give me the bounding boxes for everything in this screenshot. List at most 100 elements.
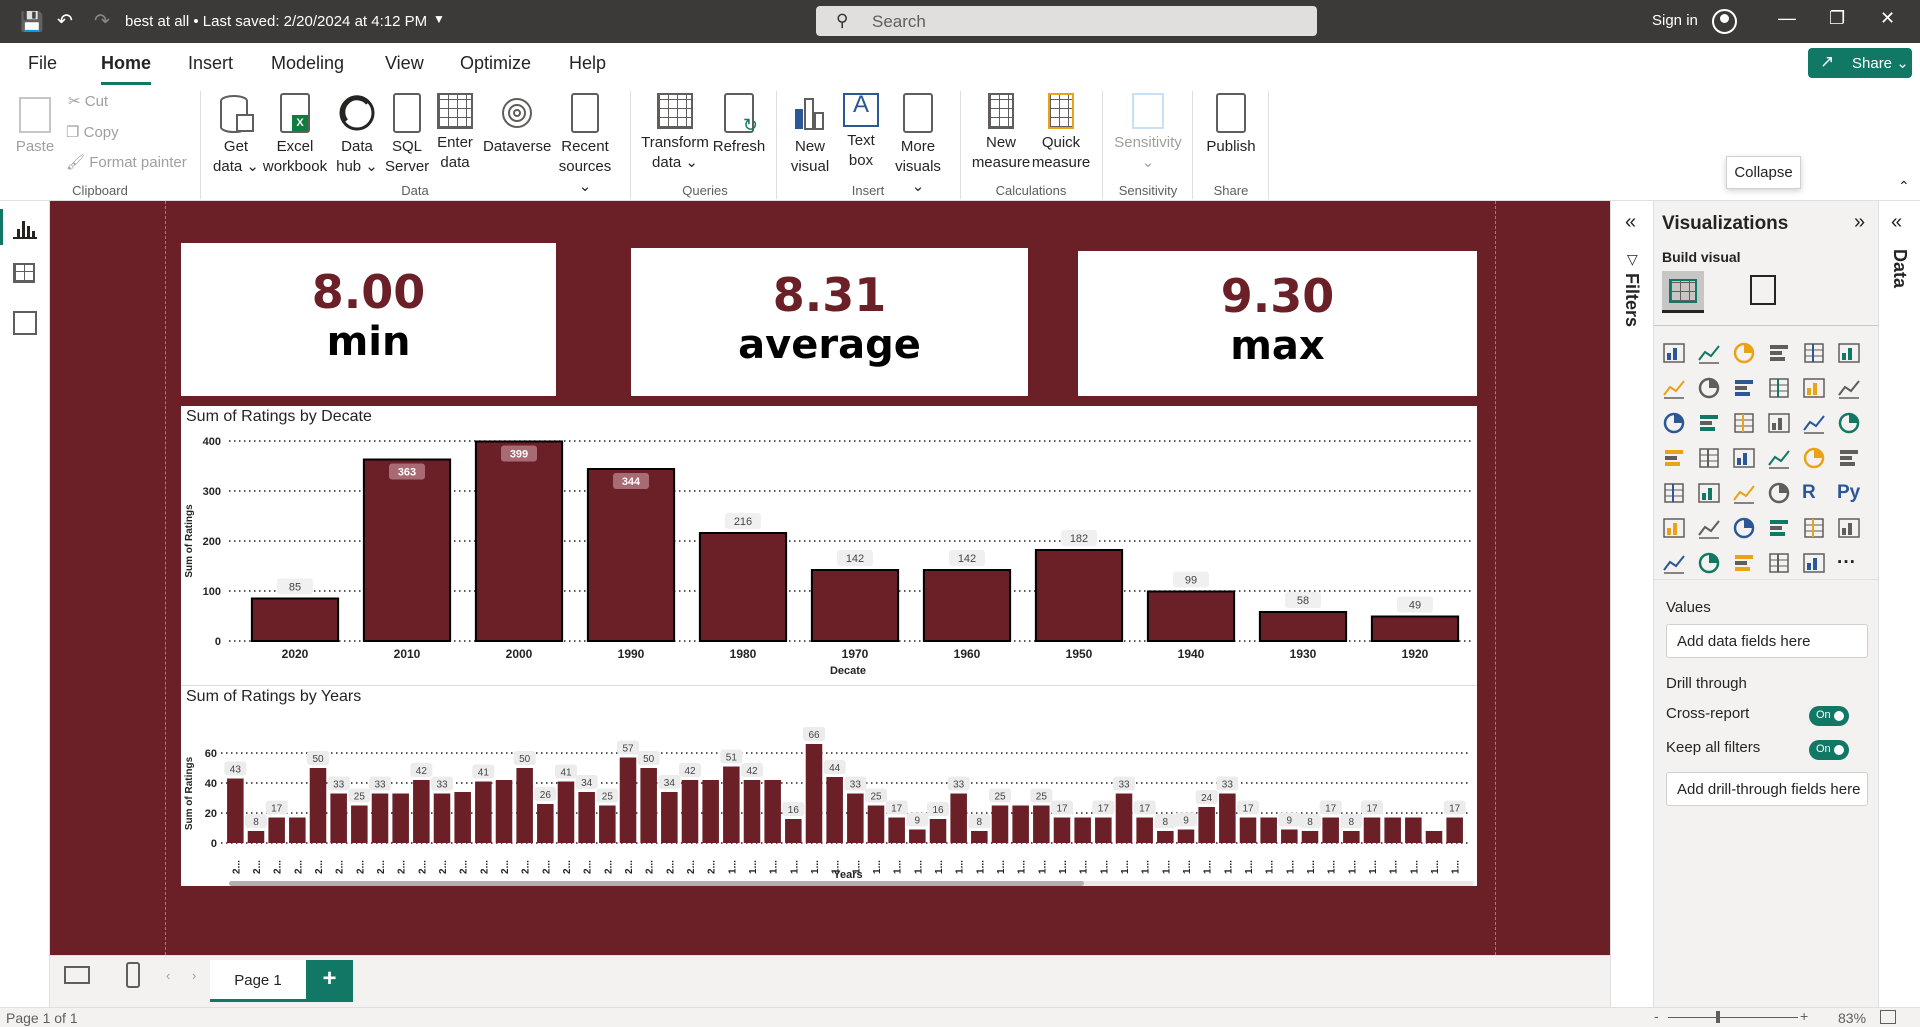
funnel-icon[interactable] [1697,411,1721,435]
donut-icon[interactable] [1802,411,1826,435]
format-painter-button[interactable]: 🖌 Format painter [66,153,187,171]
save-icon[interactable]: 💾 [20,10,44,34]
paginated-icon[interactable] [1837,516,1861,540]
fit-to-page-icon[interactable] [1880,1010,1896,1024]
sensitivity-button[interactable]: Sensitivity ⌄ [1110,93,1186,173]
azure-map-icon[interactable] [1732,446,1756,470]
tab-optimize[interactable]: Optimize [460,53,531,74]
line-column-icon[interactable] [1767,376,1791,400]
prev-page-icon[interactable]: ‹ [166,968,170,983]
tab-insert[interactable]: Insert [188,53,233,74]
table-icon[interactable] [1732,481,1756,505]
decomposition-tree-icon[interactable] [1697,516,1721,540]
stacked-area-icon[interactable] [1732,376,1756,400]
tab-modeling[interactable]: Modeling [271,53,344,74]
years-chart[interactable]: 0 20 40 60 2... 43 2... 8 2... 17 2... 2... 50 2... 33… [181,686,1477,886]
slicer-icon[interactable] [1697,481,1721,505]
values-well[interactable]: Add data fields here [1666,624,1868,658]
filters-pane[interactable]: « ▽ Filters [1610,201,1653,1007]
zoom-slider-thumb[interactable] [1716,1011,1720,1023]
excel-workbook-button[interactable]: X Excel workbook [262,93,328,177]
power-apps-icon[interactable] [1697,551,1721,575]
model-view-icon[interactable] [13,311,37,335]
cross-report-toggle[interactable]: On [1809,706,1849,726]
chevrons-icon[interactable] [1802,551,1826,575]
publish-button[interactable]: Publish [1202,93,1260,157]
redo-icon[interactable]: ↷ [94,10,110,33]
clustered-bar-icon[interactable] [1732,341,1756,365]
keep-all-filters-toggle[interactable]: On [1809,740,1849,760]
tab-file[interactable]: File [28,53,57,74]
new-visual-button[interactable]: New visual [786,93,834,177]
add-page-button[interactable]: + [306,960,353,1002]
decade-chart[interactable]: 0 100 200 300 400 2020 85 2010 363 2000 399 1990 344… [181,406,1477,681]
collapse-ribbon-icon[interactable]: ⌃ [1898,178,1910,195]
zoom-slider[interactable] [1668,1017,1798,1018]
sign-in-link[interactable]: Sign in [1652,12,1698,29]
waterfall-icon[interactable] [1662,411,1686,435]
power-automate-icon[interactable] [1732,551,1756,575]
report-canvas[interactable]: 8.00 min 8.31 average 9.30 max Sum of Ra… [50,201,1610,955]
cut-button[interactable]: ✂ Cut [68,92,108,110]
stacked-column-icon[interactable] [1697,341,1721,365]
share-button[interactable]: ↗ Share ⌄ [1808,48,1912,78]
arcgis-icon[interactable] [1662,551,1686,575]
page-tab[interactable]: Page 1 [210,960,306,1002]
pie-icon[interactable] [1767,411,1791,435]
paste-button[interactable]: Paste [14,93,56,157]
area-chart-icon[interactable] [1697,376,1721,400]
close-icon[interactable]: ✕ [1880,8,1895,29]
transform-data-button[interactable]: Transform data ⌄ [640,93,710,173]
copy-button[interactable]: ❐ Copy [66,123,119,141]
refresh-button[interactable]: ↻ Refresh [712,93,766,157]
data-hub-button[interactable]: Data hub ⌄ [333,93,381,177]
100-bar-icon[interactable] [1802,341,1826,365]
line-clustered-icon[interactable] [1802,376,1826,400]
dataverse-button[interactable]: Dataverse [483,93,551,157]
quick-measure-button[interactable]: Quick measure [1030,93,1092,173]
card-max[interactable]: 9.30 max [1078,251,1477,396]
charts-panel[interactable]: Sum of Ratings by Decate 0 100 200 300 400 20… [181,406,1477,886]
more-visuals-button[interactable]: More visuals ⌄ [887,93,949,197]
ribbon-chart-icon[interactable] [1837,376,1861,400]
card-icon[interactable] [1802,446,1826,470]
desktop-layout-icon[interactable] [64,966,90,984]
recent-sources-button[interactable]: Recent sources ⌄ [553,93,617,197]
expand-filters-icon[interactable]: « [1625,211,1636,234]
table-view-icon[interactable] [13,263,35,283]
100-column-icon[interactable] [1837,341,1861,365]
enter-data-button[interactable]: Enter data [433,93,477,173]
chevron-down-icon[interactable]: ▼ [433,12,445,26]
matrix-icon[interactable] [1767,481,1791,505]
goals-icon[interactable] [1802,516,1826,540]
drill-through-well[interactable]: Add drill-through fields here [1666,772,1868,806]
undo-icon[interactable]: ↶ [57,10,73,33]
minimize-icon[interactable]: — [1778,8,1796,29]
build-visual-tab[interactable] [1662,271,1704,313]
avatar-icon[interactable] [1712,9,1737,34]
document-title[interactable]: best at all • Last saved: 2/20/2024 at 4… [125,13,427,30]
treemap-icon[interactable] [1837,411,1861,435]
kpi-icon[interactable] [1662,481,1686,505]
more-icon[interactable]: ··· [1837,551,1861,575]
text-box-button[interactable]: A Text box [838,93,884,171]
filled-map-icon[interactable] [1697,446,1721,470]
qa-icon[interactable] [1732,516,1756,540]
new-measure-button[interactable]: New measure [970,93,1032,173]
gauge-icon[interactable] [1767,446,1791,470]
r-visual-icon[interactable]: R [1802,481,1826,505]
stacked-bar-icon[interactable] [1662,341,1686,365]
tab-help[interactable]: Help [569,53,606,74]
expand-data-icon[interactable]: « [1891,211,1902,234]
diamond-icon[interactable] [1767,551,1791,575]
line-chart-icon[interactable] [1662,376,1686,400]
report-view-icon[interactable] [0,209,37,245]
scatter-icon[interactable] [1732,411,1756,435]
tab-view[interactable]: View [385,53,424,74]
next-page-icon[interactable]: › [192,968,196,983]
python-visual-icon[interactable]: Py [1837,481,1861,505]
card-average[interactable]: 8.31 average [631,248,1028,396]
mobile-layout-icon[interactable] [126,962,140,988]
zoom-in-icon[interactable]: + [1800,1008,1808,1024]
restore-icon[interactable]: ❐ [1829,8,1845,29]
